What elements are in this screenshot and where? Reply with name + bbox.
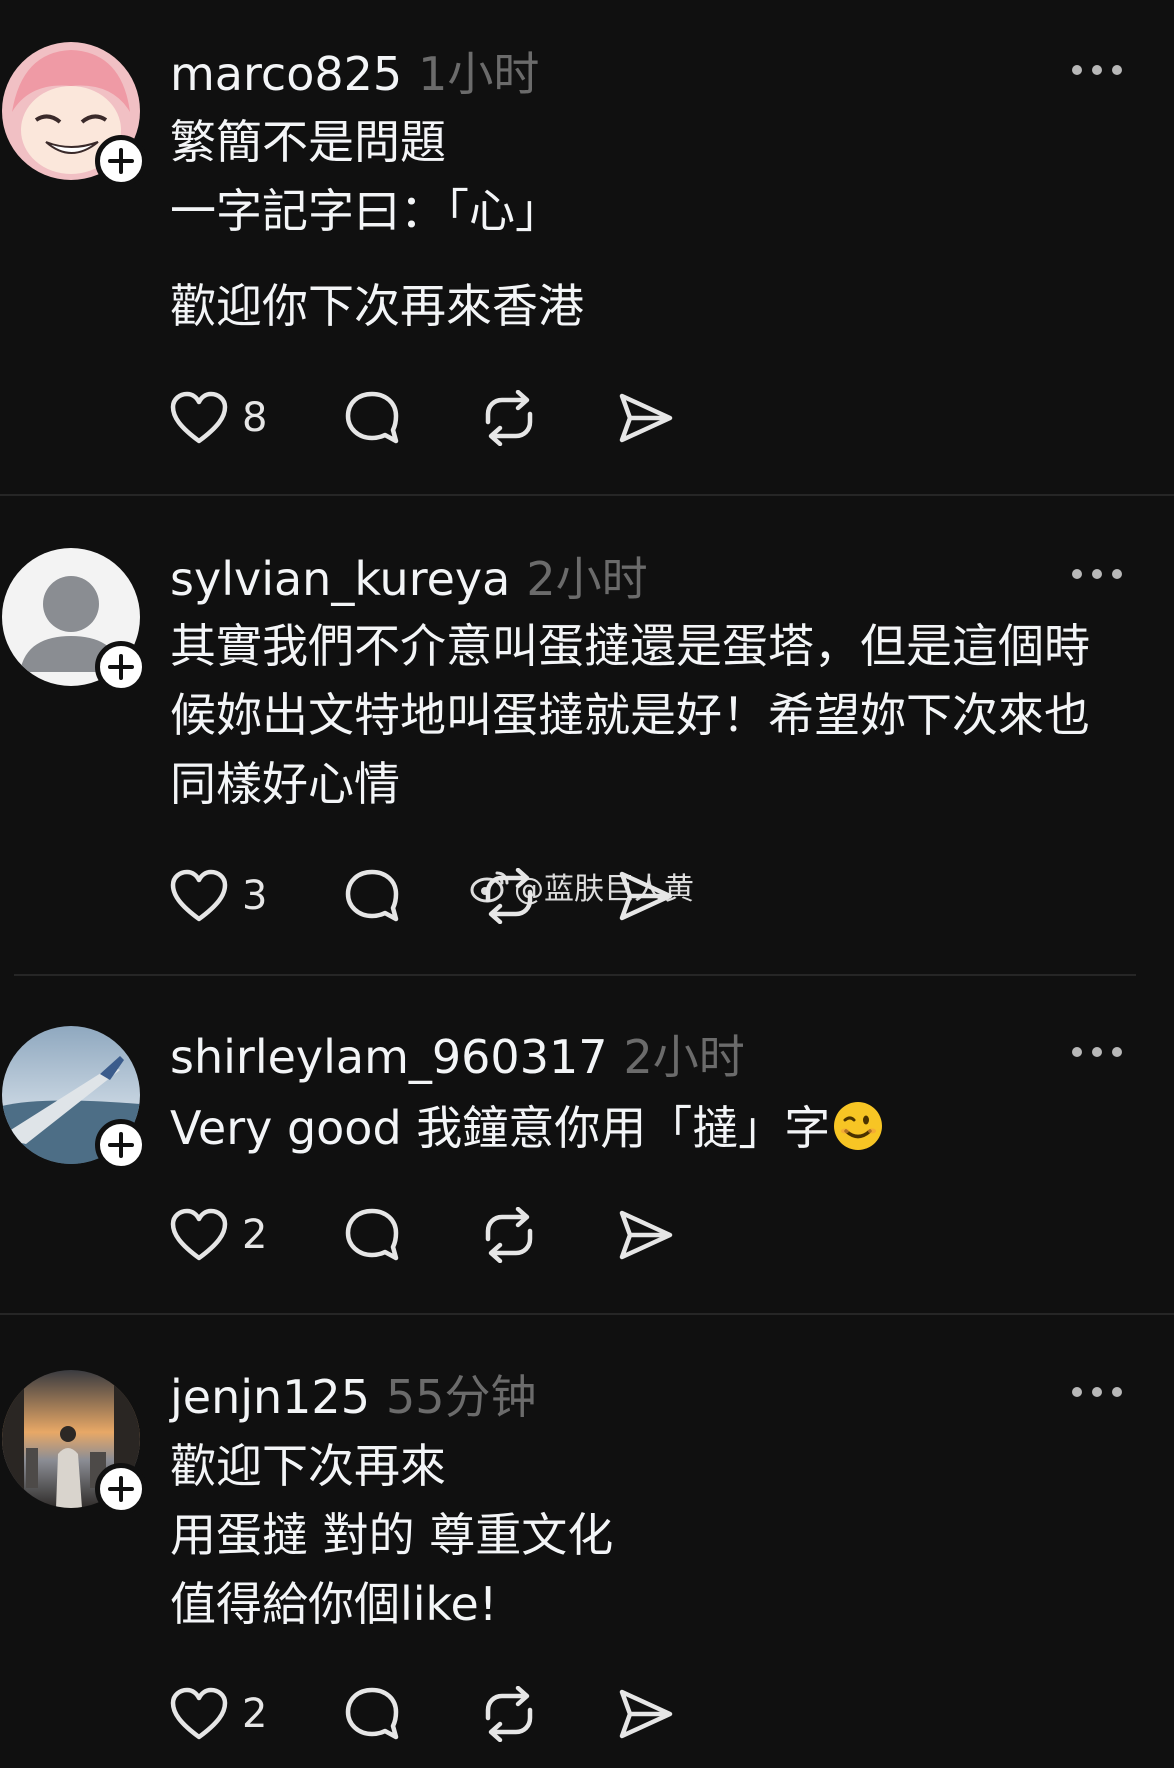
text-line: 同樣好心情 bbox=[170, 757, 400, 811]
plus-icon bbox=[108, 148, 134, 174]
plus-icon bbox=[108, 654, 134, 680]
avatar-wrap[interactable] bbox=[2, 42, 147, 187]
timestamp: 55分钟 bbox=[385, 1370, 537, 1424]
like-button[interactable]: 8 bbox=[170, 388, 267, 448]
text-line: 用蛋撻 對的 尊重文化 bbox=[170, 1508, 614, 1562]
heart-icon bbox=[170, 391, 228, 444]
comment-bubble-icon bbox=[345, 869, 399, 922]
like-button[interactable]: 2 bbox=[170, 1205, 267, 1265]
divider bbox=[0, 1313, 1174, 1315]
more-dots-icon[interactable] bbox=[1070, 1382, 1124, 1402]
text-line: 繁簡不是問題 bbox=[170, 115, 446, 169]
reply-button[interactable] bbox=[344, 866, 400, 926]
weibo-logo-icon bbox=[470, 871, 509, 903]
avatar-wrap[interactable] bbox=[2, 548, 147, 693]
text-line: 歡迎下次再來 bbox=[170, 1439, 446, 1493]
username[interactable]: jenjn125 bbox=[170, 1370, 370, 1424]
repost-button[interactable] bbox=[480, 1205, 538, 1265]
follow-button[interactable] bbox=[95, 641, 147, 693]
post-text: 歡迎下次再來 用蛋撻 對的 尊重文化 值得給你個like! bbox=[170, 1432, 1130, 1639]
like-button[interactable]: 3 bbox=[170, 866, 267, 926]
more-dots-icon[interactable] bbox=[1070, 1042, 1124, 1062]
divider bbox=[0, 494, 1174, 496]
repost-button[interactable] bbox=[480, 388, 538, 448]
username[interactable]: marco825 bbox=[170, 47, 402, 101]
like-count: 2 bbox=[242, 1691, 268, 1737]
post-header: jenjn125 55分钟 bbox=[170, 1361, 537, 1424]
avatar-wrap[interactable] bbox=[2, 1370, 147, 1515]
plus-icon bbox=[108, 1476, 134, 1502]
follow-button[interactable] bbox=[95, 1463, 147, 1515]
plus-icon bbox=[108, 1132, 134, 1158]
repost-icon bbox=[485, 390, 533, 446]
text-line: 歡迎你下次再來香港 bbox=[170, 279, 584, 333]
post-text: 繁簡不是問題 一字記字曰：「心」 歡迎你下次再來香港 bbox=[170, 108, 1130, 341]
heart-icon bbox=[170, 1208, 228, 1261]
reply-button[interactable] bbox=[344, 1205, 400, 1265]
like-count: 8 bbox=[242, 395, 268, 441]
heart-icon bbox=[170, 869, 228, 922]
avatar-wrap[interactable] bbox=[2, 1026, 147, 1171]
comment-bubble-icon bbox=[345, 1687, 399, 1740]
post-text: 其實我們不介意叫蛋撻還是蛋塔，但是這個時 候妳出文特地叫蛋撻就是好！希望妳下次來… bbox=[170, 612, 1130, 819]
watermark-text: @蓝肤巨人黄 bbox=[514, 872, 694, 907]
repost-button[interactable] bbox=[480, 1684, 538, 1744]
heart-icon bbox=[170, 1687, 228, 1740]
text-line: 候妳出文特地叫蛋撻就是好！希望妳下次來也 bbox=[170, 688, 1090, 742]
timestamp: 2小时 bbox=[526, 552, 648, 606]
more-dots-icon[interactable] bbox=[1070, 564, 1124, 584]
wink-emoji bbox=[834, 1102, 883, 1150]
timestamp: 1小时 bbox=[418, 47, 540, 101]
more-dots-icon[interactable] bbox=[1070, 60, 1124, 80]
post-header: marco825 1小时 bbox=[170, 38, 539, 101]
text-line-with-emoji: Very good 我鐘意你用「撻」字 bbox=[170, 1094, 1130, 1163]
send-icon bbox=[619, 1210, 673, 1260]
text-line-gap bbox=[170, 246, 1130, 272]
like-count: 3 bbox=[242, 873, 268, 919]
text-line: 一字記字曰：「心」 bbox=[170, 184, 561, 238]
follow-button[interactable] bbox=[95, 1119, 147, 1171]
timestamp: 2小时 bbox=[623, 1030, 745, 1084]
divider bbox=[14, 974, 1136, 976]
text-line: 值得給你個like! bbox=[170, 1577, 498, 1631]
reply-button[interactable] bbox=[344, 388, 400, 448]
send-icon bbox=[619, 1689, 673, 1739]
repost-icon bbox=[485, 1686, 533, 1742]
action-bar: 2 bbox=[170, 1684, 710, 1744]
post-header: sylvian_kureya 2小时 bbox=[170, 543, 648, 606]
like-count: 2 bbox=[242, 1212, 268, 1258]
share-button[interactable] bbox=[618, 1684, 674, 1744]
text-line: Very good 我鐘意你用「撻」字 bbox=[170, 1101, 831, 1155]
comment-bubble-icon bbox=[345, 391, 399, 444]
follow-button[interactable] bbox=[95, 135, 147, 187]
repost-icon bbox=[485, 1207, 533, 1263]
action-bar: 2 bbox=[170, 1205, 710, 1265]
action-bar: 8 bbox=[170, 388, 710, 448]
comment-bubble-icon bbox=[345, 1208, 399, 1261]
text-line: 其實我們不介意叫蛋撻還是蛋塔，但是這個時 bbox=[170, 619, 1090, 673]
watermark: @蓝肤巨人黄 bbox=[470, 866, 694, 907]
username[interactable]: sylvian_kureya bbox=[170, 552, 510, 606]
send-icon bbox=[619, 393, 673, 443]
post-text: Very good 我鐘意你用「撻」字 bbox=[170, 1094, 1130, 1163]
reply-button[interactable] bbox=[344, 1684, 400, 1744]
username[interactable]: shirleylam_960317 bbox=[170, 1030, 608, 1084]
post-header: shirleylam_960317 2小时 bbox=[170, 1021, 745, 1084]
share-button[interactable] bbox=[618, 1205, 674, 1265]
like-button[interactable]: 2 bbox=[170, 1684, 267, 1744]
share-button[interactable] bbox=[618, 388, 674, 448]
